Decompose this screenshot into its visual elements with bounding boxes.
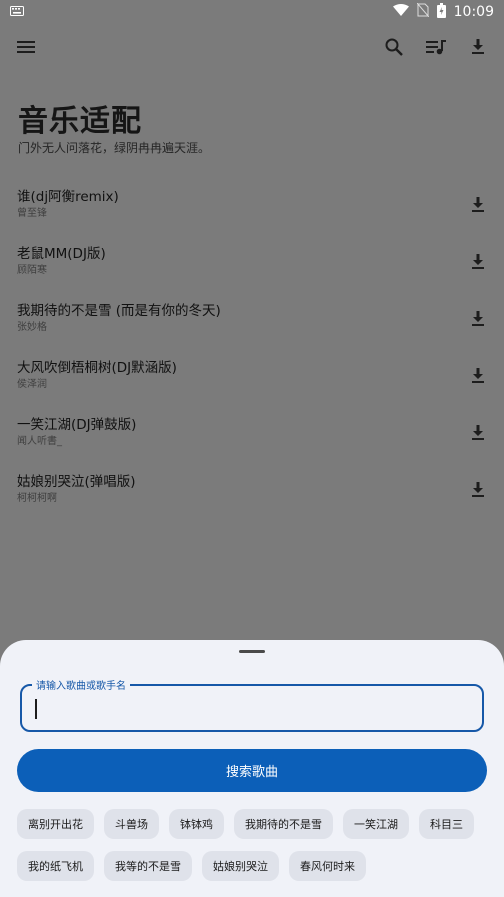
no-sim-icon xyxy=(416,2,430,21)
song-item[interactable]: 一笑江湖(DJ弹鼓版) 闻人听書_ xyxy=(0,404,504,461)
suggestion-chip[interactable]: 科目三 xyxy=(419,809,474,839)
drag-handle[interactable] xyxy=(239,650,265,653)
suggestion-chip[interactable]: 斗兽场 xyxy=(104,809,159,839)
song-item[interactable]: 老鼠MM(DJ版) 顾陌寒 xyxy=(0,233,504,290)
playlist-icon[interactable] xyxy=(424,35,448,59)
suggestion-chip[interactable]: 我等的不是雪 xyxy=(104,851,192,881)
search-field[interactable]: 请输入歌曲或歌手名 xyxy=(20,677,484,732)
keyboard-icon xyxy=(10,4,24,20)
song-artist: 张妙格 xyxy=(17,322,47,333)
search-icon[interactable] xyxy=(382,35,406,59)
page-title: 音乐适配 xyxy=(18,104,142,139)
download-icon[interactable] xyxy=(466,478,490,502)
page-subtitle: 门外无人问落花，绿阴冉冉遍天涯。 xyxy=(18,141,211,155)
song-list: 谁(dj阿衡remix) 曾至锋 老鼠MM(DJ版) 顾陌寒 我期待的不是雪 (… xyxy=(0,176,504,518)
song-item[interactable]: 大风吹倒梧桐树(DJ默涵版) 侯泽润 xyxy=(0,347,504,404)
song-item[interactable]: 我期待的不是雪 (而是有你的冬天) 张妙格 xyxy=(0,290,504,347)
search-songs-button[interactable]: 搜索歌曲 xyxy=(17,749,487,792)
suggestion-chip[interactable]: 姑娘别哭泣 xyxy=(202,851,279,881)
song-name: 谁(dj阿衡remix) xyxy=(17,189,119,205)
suggestion-chip[interactable]: 一笑江湖 xyxy=(343,809,409,839)
status-bar: 10:09 xyxy=(0,0,504,24)
download-icon[interactable] xyxy=(466,250,490,274)
suggestion-chip[interactable]: 我的纸飞机 xyxy=(17,851,94,881)
suggestion-chip[interactable]: 春风何时来 xyxy=(289,851,366,881)
song-artist: 顾陌寒 xyxy=(17,265,47,276)
wifi-icon xyxy=(392,4,409,20)
status-time: 10:09 xyxy=(453,4,494,20)
search-field-label: 请输入歌曲或歌手名 xyxy=(32,677,130,692)
song-name: 大风吹倒梧桐树(DJ默涵版) xyxy=(17,360,177,376)
download-icon[interactable] xyxy=(466,307,490,331)
search-input[interactable] xyxy=(34,698,464,720)
song-artist: 闻人听書_ xyxy=(17,436,62,447)
text-cursor xyxy=(35,699,37,719)
suggestion-chips: 离别开出花 斗兽场 钵钵鸡 我期待的不是雪 一笑江湖 科目三 我的纸飞机 我等的… xyxy=(17,809,487,881)
download-icon[interactable] xyxy=(466,193,490,217)
song-artist: 曾至锋 xyxy=(17,208,47,219)
song-item[interactable]: 谁(dj阿衡remix) 曾至锋 xyxy=(0,176,504,233)
song-name: 姑娘别哭泣(弹唱版) xyxy=(17,474,136,490)
song-item[interactable]: 姑娘别哭泣(弹唱版) 柯柯柯啊 xyxy=(0,461,504,518)
song-artist: 柯柯柯啊 xyxy=(17,493,57,504)
search-bottom-sheet: 请输入歌曲或歌手名 搜索歌曲 离别开出花 斗兽场 钵钵鸡 我期待的不是雪 一笑江… xyxy=(0,640,504,897)
song-name: 我期待的不是雪 (而是有你的冬天) xyxy=(17,303,221,319)
song-artist: 侯泽润 xyxy=(17,379,47,390)
app-bar xyxy=(0,24,504,70)
menu-icon[interactable] xyxy=(14,35,38,59)
song-name: 老鼠MM(DJ版) xyxy=(17,246,106,262)
suggestion-chip[interactable]: 我期待的不是雪 xyxy=(234,809,333,839)
download-icon[interactable] xyxy=(466,364,490,388)
song-name: 一笑江湖(DJ弹鼓版) xyxy=(17,417,137,433)
suggestion-chip[interactable]: 离别开出花 xyxy=(17,809,94,839)
download-icon[interactable] xyxy=(466,421,490,445)
suggestion-chip[interactable]: 钵钵鸡 xyxy=(169,809,224,839)
battery-icon xyxy=(436,2,446,22)
download-icon[interactable] xyxy=(466,35,490,59)
